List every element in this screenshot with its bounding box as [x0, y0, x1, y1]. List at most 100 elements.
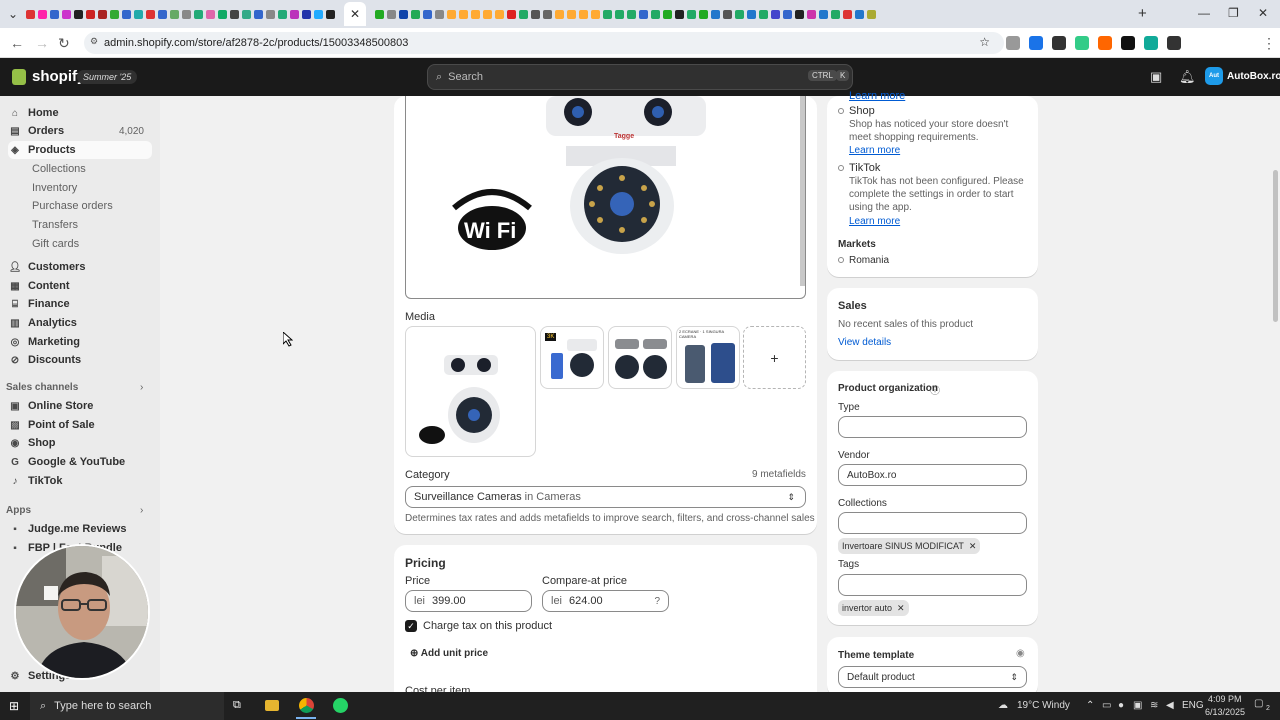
extension-icon[interactable] — [1167, 36, 1181, 50]
sales-channels-heading[interactable]: Sales channels — [6, 382, 78, 393]
media-thumb-1[interactable] — [405, 326, 536, 457]
notification-icon[interactable]: ▢ — [1254, 698, 1263, 709]
bookmark-star-icon[interactable]: ☆ — [979, 35, 990, 49]
new-tab-icon[interactable]: + — [1138, 5, 1147, 22]
add-unit-price-button[interactable]: ⊕ Add unit price — [410, 648, 488, 659]
tab-favicon-icon[interactable] — [519, 9, 528, 19]
tab-favicon-icon[interactable] — [747, 9, 756, 19]
tab-favicon-icon[interactable] — [723, 9, 732, 19]
camera-tray-icon[interactable]: ▣ — [1133, 700, 1142, 711]
tab-favicon-icon[interactable] — [38, 9, 47, 19]
sidebar-item-google-youtube[interactable]: G Google & YouTube — [8, 453, 152, 471]
taskbar-search-input[interactable]: ⌕ Type here to search — [30, 692, 224, 720]
tab-favicon-icon[interactable] — [375, 9, 384, 19]
extension-icon[interactable] — [1052, 36, 1066, 50]
charge-tax-checkbox[interactable]: ✓ — [405, 620, 417, 632]
sidebar-sub-transfers[interactable]: Transfers — [32, 219, 78, 231]
tab-favicon-icon[interactable] — [411, 9, 420, 19]
tab-search-icon[interactable]: ⌄ — [8, 7, 18, 21]
tab-favicon-icon[interactable] — [86, 9, 95, 19]
close-window-icon[interactable]: ✕ — [1258, 6, 1268, 20]
language-indicator[interactable]: ENG — [1182, 700, 1204, 711]
tab-favicon-icon[interactable] — [254, 9, 263, 19]
info-icon[interactable]: ⓘ — [930, 382, 940, 397]
whatsapp-icon[interactable] — [333, 698, 348, 713]
tab-favicon-icon[interactable] — [278, 9, 287, 19]
tab-favicon-icon[interactable] — [471, 9, 480, 19]
tiktok-learn-more-link[interactable]: Learn more — [849, 216, 900, 227]
tab-favicon-icon[interactable] — [831, 9, 840, 19]
shop-radio[interactable] — [838, 108, 844, 114]
category-select[interactable]: Surveillance Cameras in Cameras ⇕ — [405, 486, 806, 508]
tab-favicon-icon[interactable] — [194, 9, 203, 19]
view-details-link[interactable]: View details — [838, 337, 891, 348]
tab-favicon-icon[interactable] — [675, 9, 684, 19]
task-view-icon[interactable]: ⧉ — [233, 699, 241, 712]
tab-favicon-icon[interactable] — [819, 9, 828, 19]
tab-favicon-icon[interactable] — [218, 9, 227, 19]
clock-time[interactable]: 4:09 PM — [1208, 694, 1242, 704]
sidebar-item-analytics[interactable]: ▥ Analytics — [8, 314, 152, 332]
tab-favicon-icon[interactable] — [807, 9, 816, 19]
tab-favicon-icon[interactable] — [771, 9, 780, 19]
tab-favicon-icon[interactable] — [687, 9, 696, 19]
tab-favicon-icon[interactable] — [134, 9, 143, 19]
tab-favicon-icon[interactable] — [855, 9, 864, 19]
tab-favicon-icon[interactable] — [122, 9, 131, 19]
extension-icon[interactable] — [1121, 36, 1135, 50]
tab-favicon-icon[interactable] — [567, 9, 576, 19]
tab-favicon-icon[interactable] — [591, 9, 600, 19]
shop-learn-more-link[interactable]: Learn more — [849, 145, 900, 156]
extension-icon[interactable] — [1144, 36, 1158, 50]
tab-favicon-icon[interactable] — [74, 9, 83, 19]
tab-favicon-icon[interactable] — [711, 9, 720, 19]
compare-price-input[interactable]: lei 624.00 ? — [542, 590, 669, 612]
sidebar-item-discounts[interactable]: ⊘ Discounts — [8, 351, 152, 369]
sidebar-item-finance[interactable]: ⌸ Finance — [8, 295, 152, 313]
tab-favicon-icon[interactable] — [579, 9, 588, 19]
tab-favicon-icon[interactable] — [759, 9, 768, 19]
apps-heading[interactable]: Apps — [6, 505, 31, 516]
remove-tag-icon[interactable]: ✕ — [897, 603, 905, 614]
tab-favicon-icon[interactable] — [651, 9, 660, 19]
active-tab-close-icon[interactable]: ✕ — [344, 2, 366, 26]
tab-favicon-icon[interactable] — [326, 9, 335, 19]
remove-collection-icon[interactable]: ✕ — [969, 541, 977, 552]
tab-favicon-icon[interactable] — [639, 9, 648, 19]
vendor-input[interactable]: AutoBox.ro — [838, 464, 1027, 486]
store-menu[interactable]: Aut AutoBox.ro — [1205, 67, 1280, 85]
browser-menu-icon[interactable]: ⋮ — [1262, 35, 1276, 52]
admin-search-input[interactable]: ⌕ Search CTRL K — [427, 64, 853, 90]
extension-icon[interactable] — [1098, 36, 1112, 50]
tab-favicon-icon[interactable] — [615, 9, 624, 19]
sidebar-item-tiktok[interactable]: ♪ TikTok — [8, 472, 152, 490]
tab-favicon-icon[interactable] — [387, 9, 396, 19]
tab-favicon-icon[interactable] — [843, 9, 852, 19]
sidebar-item-pos[interactable]: ▨ Point of Sale — [8, 416, 152, 434]
shopify-logo[interactable]: shopify — [12, 68, 85, 85]
sidebar-sub-purchase-orders[interactable]: Purchase orders — [32, 200, 113, 212]
apps-chevron-icon[interactable]: › — [140, 505, 143, 516]
tab-favicon-icon[interactable] — [867, 9, 876, 19]
network-icon[interactable]: ▭ — [1102, 700, 1111, 711]
tags-input[interactable] — [838, 574, 1027, 596]
tab-favicon-icon[interactable] — [314, 9, 323, 19]
learn-more-link-top[interactable]: Learn more — [849, 90, 905, 102]
tab-favicon-icon[interactable] — [483, 9, 492, 19]
tab-favicon-icon[interactable] — [242, 9, 251, 19]
sidebar-item-customers[interactable]: 👤︎ Customers — [8, 258, 152, 276]
theme-select[interactable]: Default product ⇕ — [838, 666, 1027, 688]
chevron-right-icon[interactable]: › — [140, 382, 143, 393]
file-explorer-icon[interactable] — [265, 700, 279, 711]
sidebar-sub-gift-cards[interactable]: Gift cards — [32, 238, 79, 250]
tab-favicon-icon[interactable] — [158, 9, 167, 19]
tab-favicon-icon[interactable] — [543, 9, 552, 19]
tiktok-radio[interactable] — [838, 165, 844, 171]
type-input[interactable] — [838, 416, 1027, 438]
extension-icon[interactable] — [1006, 36, 1020, 50]
tab-favicon-icon[interactable] — [110, 9, 119, 19]
add-media-button[interactable]: + — [743, 326, 806, 389]
tab-favicon-icon[interactable] — [423, 9, 432, 19]
sidebar-sub-collections[interactable]: Collections — [32, 163, 86, 175]
tab-favicon-icon[interactable] — [399, 9, 408, 19]
